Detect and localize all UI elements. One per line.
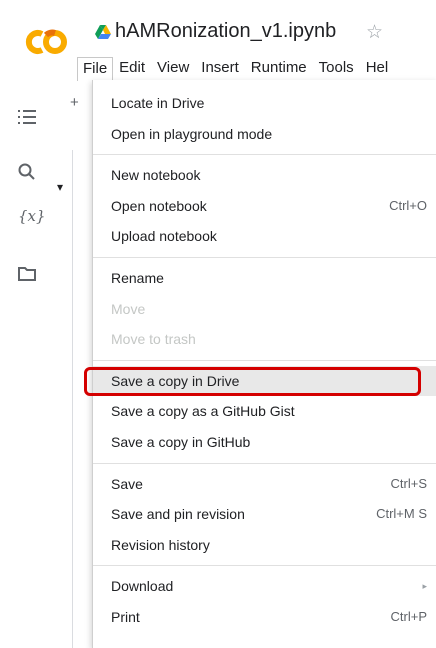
menu-file[interactable]: File (77, 57, 114, 81)
menu-group-notebook: New notebook Open notebook Ctrl+O Upload… (93, 154, 436, 257)
menu-item-label: Move (111, 300, 146, 317)
menu-item-save-copy-in-drive[interactable]: Save a copy in Drive (84, 365, 436, 397)
menu-group-locate: Locate in Drive Open in playground mode (93, 80, 436, 154)
menu-item-label: Revision history (111, 536, 210, 553)
file-menu-dropdown: Locate in Drive Open in playground mode … (84, 80, 436, 648)
notebook-title[interactable]: hAMRonization_v1.ipynb (115, 20, 336, 43)
menu-runtime[interactable]: Runtime (245, 59, 313, 76)
shortcut-label: Ctrl+M S (376, 506, 427, 522)
menu-item-rename[interactable]: Rename (93, 263, 436, 294)
menu-item-upload-notebook[interactable]: Upload notebook (93, 221, 436, 252)
menu-group-save: Save Ctrl+S Save and pin revision Ctrl+M… (93, 462, 436, 566)
menu-item-new-notebook[interactable]: New notebook (93, 160, 436, 191)
menu-item-revision-history[interactable]: Revision history (93, 530, 436, 561)
shortcut-label: Ctrl+P (390, 608, 427, 624)
menu-item-label: Save a copy in GitHub (111, 433, 251, 450)
menu-item-save[interactable]: Save Ctrl+S (93, 469, 436, 500)
menu-group-output: Download ▸ Print Ctrl+P (93, 565, 436, 637)
google-drive-icon[interactable] (95, 25, 111, 39)
menu-item-print[interactable]: Print Ctrl+P (93, 602, 436, 633)
menu-item-label: Save a copy as a GitHub Gist (111, 403, 295, 420)
menu-view[interactable]: View (151, 59, 195, 76)
menu-insert[interactable]: Insert (195, 59, 245, 76)
menu-item-label: Download (111, 578, 174, 595)
menu-item-label: Save and pin revision (111, 506, 245, 523)
menu-edit[interactable]: Edit (113, 59, 151, 76)
panel-divider (72, 150, 73, 648)
menu-item-move: Move (93, 294, 436, 325)
colab-logo-icon[interactable] (22, 27, 70, 57)
menu-item-locate-in-drive[interactable]: Locate in Drive (93, 88, 436, 119)
menu-item-label: Save a copy in Drive (111, 372, 240, 389)
search-icon[interactable] (17, 162, 43, 184)
add-cell-icon[interactable]: + (70, 94, 79, 111)
star-outline-icon[interactable]: ☆ (366, 21, 383, 44)
menu-item-label: Save (111, 475, 143, 492)
menu-group-save-copy: Save a copy in Drive Save a copy as a Gi… (84, 359, 436, 463)
menu-item-save-and-pin-revision[interactable]: Save and pin revision Ctrl+M S (93, 499, 436, 530)
shortcut-label: Ctrl+O (389, 197, 427, 213)
menu-item-label: Open notebook (111, 197, 207, 214)
menu-item-move-to-trash: Move to trash (93, 324, 436, 355)
menu-group-rename: Rename Move Move to trash (93, 256, 436, 360)
menu-item-label: Move to trash (111, 331, 196, 348)
menu-item-label: Print (111, 608, 140, 625)
menu-help[interactable]: Hel (360, 59, 395, 76)
submenu-arrow-icon: ▸ (422, 581, 427, 592)
menubar: File Edit View Insert Runtime Tools Hel (77, 54, 436, 81)
menu-item-label: New notebook (111, 167, 201, 184)
menu-item-label: Open in playground mode (111, 125, 273, 142)
menu-item-label: Locate in Drive (111, 95, 205, 111)
menu-item-open-notebook[interactable]: Open notebook Ctrl+O (93, 191, 436, 222)
menu-item-label: Upload notebook (111, 228, 217, 245)
menu-item-download[interactable]: Download ▸ (93, 571, 436, 602)
menu-item-save-copy-github-gist[interactable]: Save a copy as a GitHub Gist (93, 396, 436, 427)
menu-item-open-in-playground[interactable]: Open in playground mode (93, 119, 436, 150)
menu-item-label: Rename (111, 269, 164, 286)
menu-tools[interactable]: Tools (313, 59, 360, 76)
table-of-contents-icon[interactable] (17, 108, 43, 130)
collapse-caret-icon[interactable]: ▾ (57, 180, 63, 194)
menu-item-save-copy-in-github[interactable]: Save a copy in GitHub (93, 427, 436, 458)
folder-icon[interactable] (17, 265, 43, 287)
variables-icon[interactable]: {x} (18, 207, 46, 225)
shortcut-label: Ctrl+S (390, 475, 427, 491)
